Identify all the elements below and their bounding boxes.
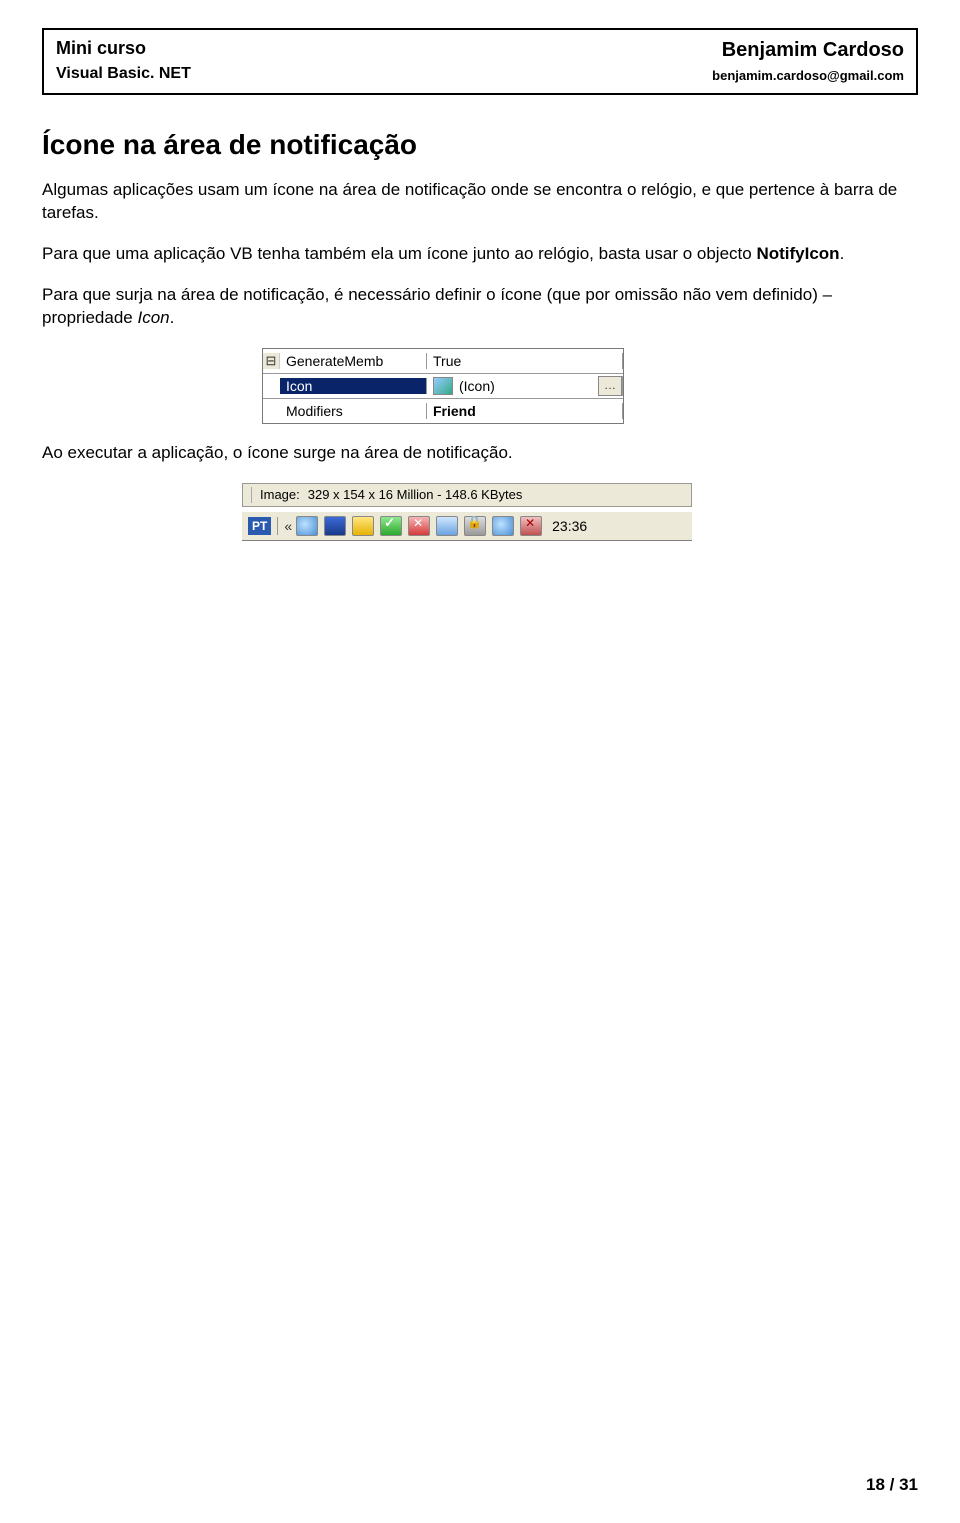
paragraph-2-tail: . — [840, 244, 845, 263]
header-right: Benjamim Cardoso benjamim.cardoso@gmail.… — [712, 39, 904, 83]
icon-preview-icon — [433, 377, 453, 395]
taskbar-clock[interactable]: 23:36 — [552, 518, 587, 534]
page-number: 18 / 31 — [866, 1475, 918, 1495]
property-value[interactable]: True — [427, 353, 623, 369]
paragraph-3-tail: . — [170, 308, 175, 327]
paragraph-3: Para que surja na área de notificação, é… — [42, 284, 918, 330]
windows-taskbar: PT « 23:36 — [242, 511, 692, 541]
globe-icon[interactable] — [296, 516, 318, 536]
wireless-off-icon[interactable] — [520, 516, 542, 536]
expand-icon[interactable]: ⊟ — [263, 353, 280, 369]
property-name: Modifiers — [280, 403, 427, 419]
language-indicator[interactable]: PT — [248, 517, 271, 535]
notifyicon-term: NotifyIcon — [756, 244, 839, 263]
paragraph-2-text: Para que uma aplicação VB tenha também e… — [42, 244, 756, 263]
header-left: Mini curso Visual Basic. NET — [56, 38, 191, 83]
taskbar-divider — [277, 517, 278, 535]
statusbar-label: Image: — [260, 487, 300, 503]
page-header: Mini curso Visual Basic. NET Benjamim Ca… — [42, 28, 918, 95]
icon-property-term: Icon — [137, 308, 169, 327]
header-course-subtitle: Visual Basic. NET — [56, 65, 191, 83]
header-course-title: Mini curso — [56, 38, 191, 59]
error-icon[interactable] — [408, 516, 430, 536]
property-row-modifiers[interactable]: Modifiers Friend — [263, 399, 623, 423]
paragraph-1: Algumas aplicações usam um ícone na área… — [42, 179, 918, 225]
header-author: Benjamim Cardoso — [712, 39, 904, 62]
property-value[interactable]: (Icon) … — [427, 376, 623, 396]
device-icon[interactable] — [324, 516, 346, 536]
status-bar: Image: 329 x 154 x 16 Million - 148.6 KB… — [242, 483, 692, 507]
header-email: benjamim.cardoso@gmail.com — [712, 68, 904, 83]
paragraph-4: Ao executar a aplicação, o ícone surge n… — [42, 442, 918, 465]
check-icon[interactable] — [380, 516, 402, 536]
statusbar-grip-icon — [251, 487, 252, 503]
property-row-icon[interactable]: Icon (Icon) … — [263, 374, 623, 399]
property-grid: ⊟ GenerateMemb True Icon (Icon) … Modifi… — [262, 348, 624, 424]
lock-icon[interactable] — [464, 516, 486, 536]
property-name: GenerateMemb — [280, 353, 427, 369]
app-notify-icon[interactable] — [492, 516, 514, 536]
property-name: Icon — [280, 378, 427, 394]
property-value[interactable]: Friend — [427, 403, 623, 419]
browse-button[interactable]: … — [598, 376, 622, 396]
shield-icon[interactable] — [352, 516, 374, 536]
paragraph-2: Para que uma aplicação VB tenha também e… — [42, 243, 918, 266]
property-row-generatememb[interactable]: ⊟ GenerateMemb True — [263, 349, 623, 374]
section-title: Ícone na área de notificação — [42, 129, 918, 161]
network-icon[interactable] — [436, 516, 458, 536]
icon-value-text: (Icon) — [459, 378, 495, 394]
tray-expand-icon[interactable]: « — [284, 518, 290, 534]
statusbar-text: 329 x 154 x 16 Million - 148.6 KBytes — [308, 487, 523, 503]
taskbar-screenshot: Image: 329 x 154 x 16 Million - 148.6 KB… — [242, 483, 692, 541]
